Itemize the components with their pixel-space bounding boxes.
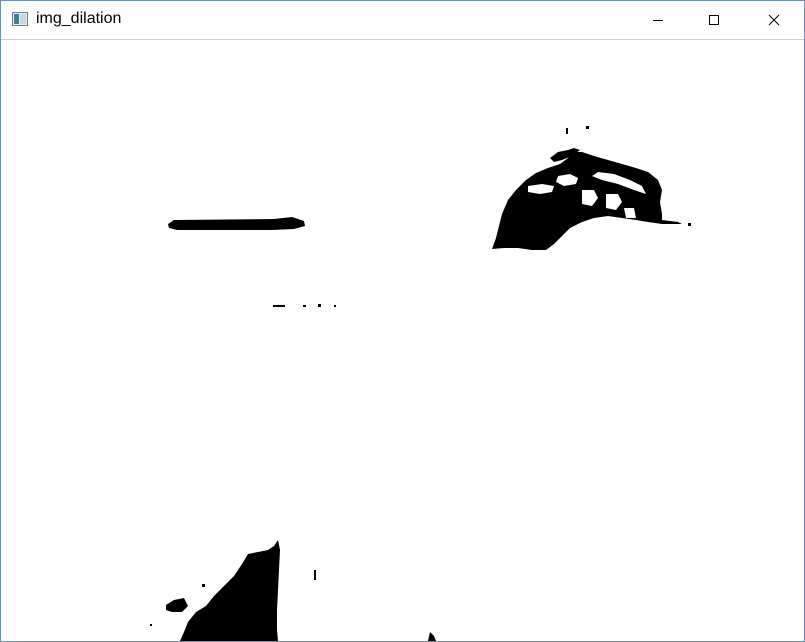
dash-2 — [303, 305, 306, 307]
close-button[interactable] — [751, 1, 797, 39]
dilation-image — [2, 40, 803, 641]
dash-3 — [318, 304, 321, 307]
image-window: img_dilation — [0, 0, 805, 642]
minimize-button[interactable] — [635, 1, 681, 39]
image-canvas — [2, 40, 803, 641]
dash-1 — [273, 305, 285, 307]
dash-4 — [334, 305, 336, 307]
maximize-icon — [709, 15, 719, 25]
title-bar[interactable]: img_dilation — [1, 1, 804, 40]
close-icon — [768, 14, 780, 26]
minimize-icon — [653, 20, 663, 21]
app-icon — [12, 12, 28, 26]
window-title: img_dilation — [36, 10, 122, 27]
maximize-button[interactable] — [691, 1, 737, 39]
